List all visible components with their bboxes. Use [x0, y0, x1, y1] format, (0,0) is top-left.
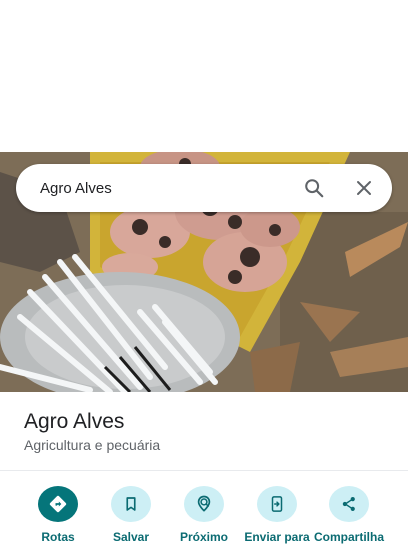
directions-icon	[38, 486, 78, 522]
send-to-phone-label: Enviar para	[244, 530, 310, 544]
place-header: Agro Alves Agricultura e pecuária	[0, 392, 408, 472]
bookmark-icon	[111, 486, 151, 522]
send-to-phone-button[interactable]: Enviar para	[241, 486, 313, 544]
share-button[interactable]: Compartilha	[313, 486, 385, 544]
share-label: Compartilha	[313, 530, 384, 544]
nearby-button[interactable]: Próximo	[168, 486, 240, 544]
nearby-icon	[184, 486, 224, 522]
save-button[interactable]: Salvar	[95, 486, 167, 544]
share-icon	[329, 486, 369, 522]
place-title: Agro Alves	[24, 410, 125, 433]
directions-button[interactable]: Rotas	[22, 486, 94, 544]
search-icon[interactable]	[302, 176, 326, 200]
search-bar[interactable]: Agro Alves	[16, 164, 392, 212]
send-to-phone-icon	[257, 486, 297, 522]
nearby-label: Próximo	[179, 530, 228, 544]
search-input[interactable]: Agro Alves	[16, 180, 302, 197]
divider	[0, 470, 408, 471]
action-bar: Rotas Salvar Próximo Enviar para Compart…	[0, 486, 408, 544]
directions-label: Rotas	[41, 530, 75, 544]
place-category: Agricultura e pecuária	[24, 437, 161, 453]
close-icon[interactable]	[352, 176, 376, 200]
save-label: Salvar	[112, 530, 150, 544]
map-area-blank	[0, 0, 408, 152]
